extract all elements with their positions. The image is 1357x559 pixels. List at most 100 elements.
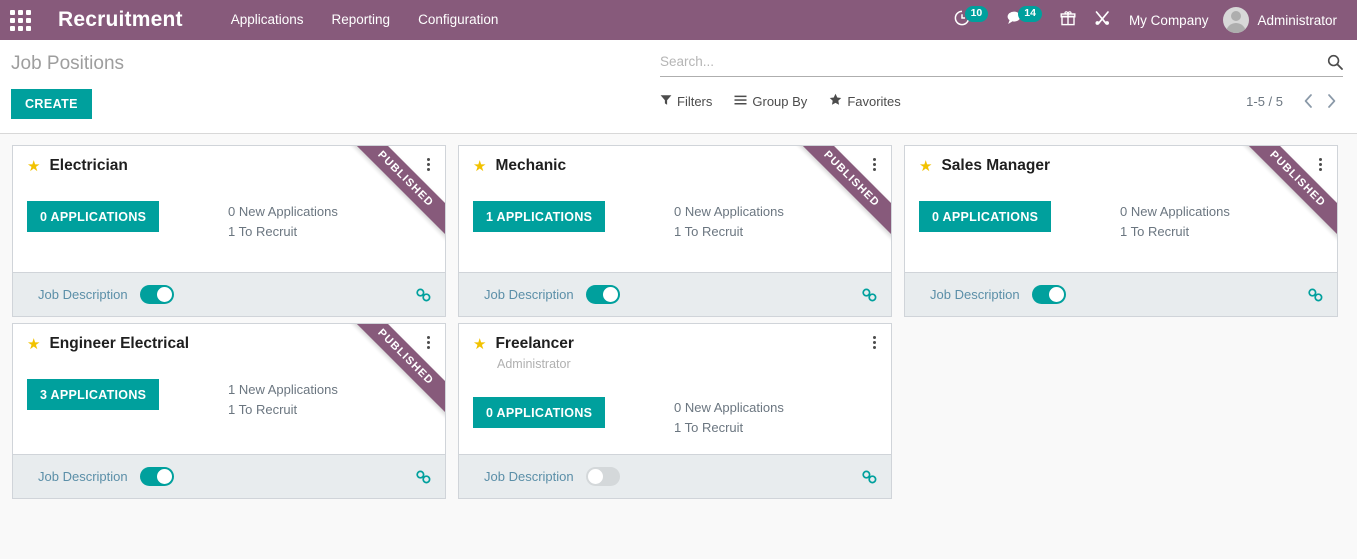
kanban-card-menu-button[interactable] bbox=[421, 155, 435, 173]
search-icon[interactable] bbox=[1327, 54, 1343, 70]
kanban-card-title[interactable]: Engineer Electrical bbox=[49, 335, 189, 353]
activities-menu-button[interactable]: 10 bbox=[945, 0, 998, 40]
search-view[interactable] bbox=[660, 52, 1343, 77]
kanban-card-header: ★ Sales Manager bbox=[919, 157, 1323, 175]
menu-item-configuration[interactable]: Configuration bbox=[404, 0, 512, 40]
kanban-card-header: ★ Mechanic bbox=[473, 157, 877, 175]
group-by-dropdown-button[interactable]: Group By bbox=[734, 94, 807, 109]
kanban-card-title[interactable]: Electrician bbox=[49, 157, 127, 175]
new-applications-stat[interactable]: 0 New Applications bbox=[1120, 202, 1323, 222]
kanban-card[interactable]: PUBLISHED ★ Engineer Electrical 3 APPLICATI… bbox=[12, 323, 446, 499]
pager-count: 1-5 / 5 bbox=[1246, 93, 1283, 109]
website-link-icon[interactable] bbox=[1307, 287, 1324, 303]
pager-next-button[interactable] bbox=[1320, 94, 1343, 108]
control-panel: Job Positions CREATE Search... Filters G… bbox=[0, 40, 1357, 134]
kanban-card-content: 3 APPLICATIONS 1 New Applications 1 To Rec… bbox=[27, 379, 431, 420]
website-link-icon[interactable] bbox=[861, 287, 878, 303]
company-name-label: My Company bbox=[1128, 12, 1209, 28]
job-description-label[interactable]: Job Description bbox=[930, 287, 1020, 302]
favorite-star-icon[interactable]: ★ bbox=[919, 159, 932, 174]
filters-label: Filters bbox=[677, 93, 713, 109]
applications-button[interactable]: 0 APPLICATIONS bbox=[919, 201, 1052, 232]
control-panel-right: Filters Group By bbox=[660, 40, 1357, 109]
pager-previous-button[interactable] bbox=[1297, 94, 1320, 108]
favorite-star-icon[interactable]: ★ bbox=[27, 337, 40, 352]
kanban-card-content: 1 APPLICATIONS 0 New Applications 1 To Rec… bbox=[473, 201, 877, 242]
kanban-card-body: ★ Freelancer Administrator 0 APPLICATIONS 0 … bbox=[459, 324, 891, 454]
kanban-card-menu-button[interactable] bbox=[1313, 155, 1327, 173]
kanban-card-body: ★ Electrician 0 APPLICATIONS 0 New Applicat… bbox=[13, 146, 445, 272]
new-applications-stat[interactable]: 0 New Applications bbox=[674, 398, 877, 418]
gift-menu-button[interactable] bbox=[1051, 0, 1085, 40]
kanban-card-title[interactable]: Freelancer bbox=[495, 335, 573, 353]
job-description-label[interactable]: Job Description bbox=[484, 469, 574, 484]
kanban-card[interactable]: PUBLISHED ★ Mechanic 1 APPLICATIONS 0 New Ap… bbox=[458, 145, 892, 317]
kanban-card-menu-button[interactable] bbox=[867, 333, 881, 351]
to-recruit-stat[interactable]: 1 To Recruit bbox=[228, 400, 431, 420]
search-input[interactable] bbox=[660, 54, 1327, 69]
kanban-card-footer: Job Description bbox=[459, 454, 891, 498]
kanban-card-body: ★ Sales Manager 0 APPLICATIONS 0 New Applic… bbox=[905, 146, 1337, 272]
kanban-card-stats: 1 New Applications 1 To Recruit bbox=[228, 379, 431, 420]
filters-dropdown-button[interactable]: Filters bbox=[660, 94, 712, 109]
app-brand-title[interactable]: Recruitment bbox=[40, 8, 193, 32]
applications-button[interactable]: 0 APPLICATIONS bbox=[27, 201, 160, 232]
breadcrumb[interactable]: Job Positions bbox=[11, 40, 660, 76]
pager: 1-5 / 5 bbox=[1246, 94, 1343, 109]
new-applications-stat[interactable]: 0 New Applications bbox=[228, 202, 431, 222]
kanban-card-title[interactable]: Mechanic bbox=[495, 157, 566, 175]
website-link-icon[interactable] bbox=[861, 469, 878, 485]
debug-tools-menu-button[interactable] bbox=[1085, 0, 1120, 40]
create-button[interactable]: CREATE bbox=[11, 88, 92, 119]
user-name-label: Administrator bbox=[1257, 12, 1337, 28]
applications-button[interactable]: 1 APPLICATIONS bbox=[473, 201, 606, 232]
favorites-dropdown-button[interactable]: Favorites bbox=[829, 93, 901, 109]
job-description-toggle[interactable] bbox=[139, 467, 174, 486]
kanban-card-title[interactable]: Sales Manager bbox=[941, 157, 1050, 175]
kanban-card[interactable]: ★ Freelancer Administrator 0 APPLICATIONS 0 … bbox=[458, 323, 892, 499]
menu-item-reporting[interactable]: Reporting bbox=[318, 0, 405, 40]
to-recruit-stat[interactable]: 1 To Recruit bbox=[674, 418, 877, 438]
job-description-label[interactable]: Job Description bbox=[484, 287, 574, 302]
job-description-toggle[interactable] bbox=[139, 285, 174, 304]
kanban-card-footer: Job Description bbox=[459, 272, 891, 316]
control-panel-left: Job Positions CREATE bbox=[0, 40, 660, 119]
avatar bbox=[1223, 7, 1250, 33]
job-description-toggle[interactable] bbox=[1031, 285, 1066, 304]
systray: 10 14 My Company Administrator bbox=[945, 0, 1357, 40]
wrench-screwdriver-icon bbox=[1094, 10, 1111, 31]
company-switcher-button[interactable]: My Company bbox=[1120, 0, 1218, 40]
favorite-star-icon[interactable]: ★ bbox=[473, 337, 486, 352]
kanban-card-content: 0 APPLICATIONS 0 New Applications 1 To Rec… bbox=[27, 201, 431, 242]
kanban-card-stats: 0 New Applications 1 To Recruit bbox=[674, 397, 877, 438]
website-link-icon[interactable] bbox=[415, 469, 432, 485]
job-description-label[interactable]: Job Description bbox=[38, 469, 128, 484]
kanban-card-menu-button[interactable] bbox=[867, 155, 881, 173]
website-link-icon[interactable] bbox=[415, 287, 432, 303]
new-applications-stat[interactable]: 1 New Applications bbox=[228, 380, 431, 400]
kanban-card-header: ★ Engineer Electrical bbox=[27, 335, 431, 353]
kanban-view: PUBLISHED ★ Electrician 0 APPLICATIONS 0 New… bbox=[0, 134, 1357, 559]
favorite-star-icon[interactable]: ★ bbox=[473, 159, 486, 174]
messages-menu-button[interactable]: 14 bbox=[997, 0, 1051, 40]
job-description-toggle[interactable] bbox=[585, 285, 620, 304]
menu-item-applications[interactable]: Applications bbox=[217, 0, 318, 40]
user-menu-button[interactable]: Administrator bbox=[1217, 0, 1345, 40]
new-applications-stat[interactable]: 0 New Applications bbox=[674, 202, 877, 222]
group-by-label: Group By bbox=[752, 93, 808, 109]
to-recruit-stat[interactable]: 1 To Recruit bbox=[1120, 222, 1323, 242]
favorite-star-icon[interactable]: ★ bbox=[27, 159, 40, 174]
applications-button[interactable]: 3 APPLICATIONS bbox=[27, 379, 160, 410]
kanban-card[interactable]: PUBLISHED ★ Sales Manager 0 APPLICATIONS 0 N… bbox=[904, 145, 1338, 317]
to-recruit-stat[interactable]: 1 To Recruit bbox=[228, 222, 431, 242]
job-description-toggle[interactable] bbox=[585, 467, 620, 486]
job-description-label[interactable]: Job Description bbox=[38, 287, 128, 302]
applications-button[interactable]: 0 APPLICATIONS bbox=[473, 397, 606, 428]
kanban-card-menu-button[interactable] bbox=[421, 333, 435, 351]
kanban-card[interactable]: PUBLISHED ★ Electrician 0 APPLICATIONS 0 New… bbox=[12, 145, 446, 317]
messages-count-badge: 14 bbox=[1018, 6, 1042, 22]
kanban-card-stats: 0 New Applications 1 To Recruit bbox=[674, 201, 877, 242]
to-recruit-stat[interactable]: 1 To Recruit bbox=[674, 222, 877, 242]
apps-menu-button[interactable] bbox=[0, 0, 40, 40]
top-navbar: Recruitment Applications Reporting Confi… bbox=[0, 0, 1357, 40]
